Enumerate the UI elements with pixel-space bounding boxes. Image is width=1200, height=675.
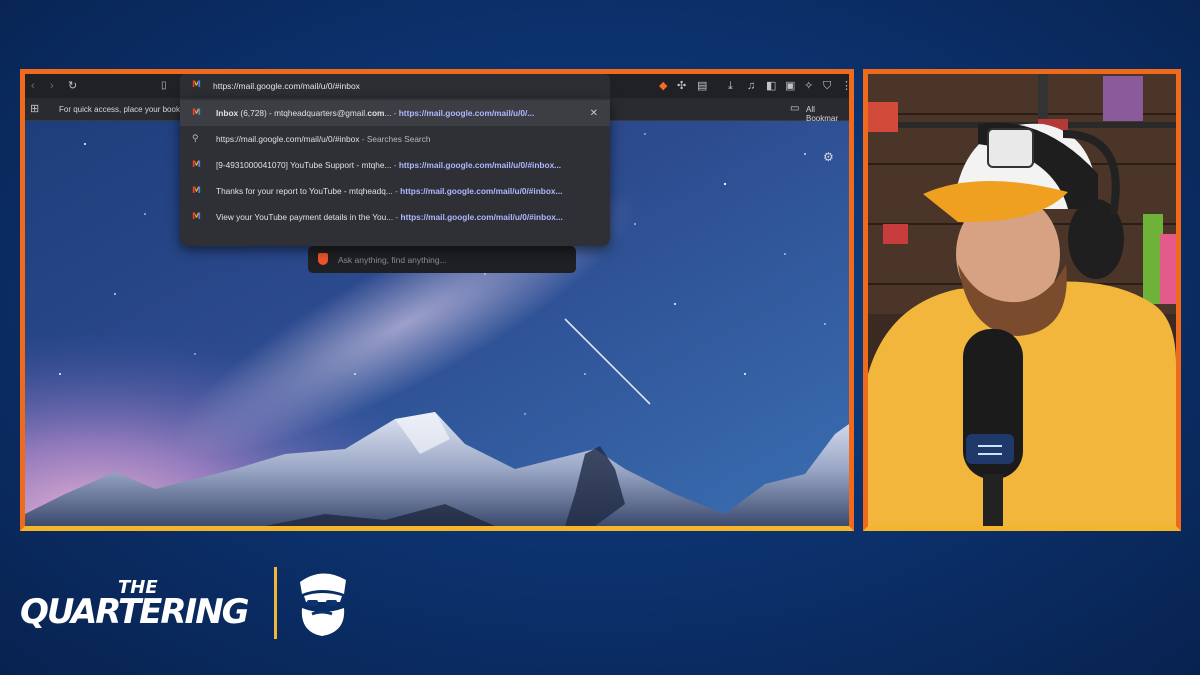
search-placeholder: Ask anything, find anything...: [338, 254, 447, 265]
logo-line-quartering: QUARTERING: [20, 592, 250, 632]
settings-gear-icon[interactable]: ⚙: [823, 150, 834, 164]
suggestion-youtube-support[interactable]: M [9-4931000041070] YouTube Support - mt…: [180, 152, 610, 178]
reload-icon[interactable]: ↻: [68, 80, 77, 92]
suggestion-inbox[interactable]: M Inbox (6,728) - mtqheadquarters@gmail.…: [180, 100, 610, 126]
webcam-frame: [863, 69, 1181, 531]
wallet-icon[interactable]: ▣: [785, 80, 795, 92]
brave-logo-icon: [318, 253, 328, 265]
download-icon[interactable]: ⤓: [728, 80, 733, 92]
leo-ai-icon[interactable]: ✧: [804, 80, 813, 92]
bookmark-icon[interactable]: ▯: [161, 80, 167, 92]
gmail-icon: M: [192, 212, 201, 222]
gmail-icon: M: [192, 108, 201, 118]
bearded-mascot-icon: [300, 573, 346, 636]
screen-capture-frame: ‹ › ↻ ▯ M https://mail.google.com/mail/u…: [20, 69, 854, 531]
address-bar[interactable]: M https://mail.google.com/mail/u/0/#inbo…: [180, 74, 610, 98]
all-bookmarks-button[interactable]: All Bookmar: [806, 105, 849, 123]
remove-suggestion-icon[interactable]: ✕: [590, 108, 598, 119]
gmail-icon: M: [192, 160, 201, 170]
suggestion-search[interactable]: ⚲ https://mail.google.com/mail/u/0/#inbo…: [180, 126, 610, 152]
forward-icon[interactable]: ›: [50, 80, 54, 92]
brave-shields-icon[interactable]: ◆: [659, 80, 667, 92]
sidebar-icon[interactable]: ◧: [766, 80, 776, 92]
menu-icon[interactable]: ⋮: [841, 80, 849, 92]
suggestion-url: https://mail.google.com/mail/u/0/...: [398, 108, 535, 118]
folder-icon: ▭: [790, 103, 800, 114]
search-icon: ⚲: [192, 133, 199, 143]
back-icon[interactable]: ‹: [31, 80, 35, 92]
browser-window: ‹ › ↻ ▯ M https://mail.google.com/mail/u…: [25, 74, 849, 526]
suggestion-youtube-payment[interactable]: M View your YouTube payment details in t…: [180, 204, 610, 230]
browser-toolbar: ‹ › ↻ ▯ M https://mail.google.com/mail/u…: [25, 74, 849, 98]
suggestion-title: Inbox (6,728) - mtqheadquarters@gmail.co…: [216, 108, 392, 118]
reader-icon[interactable]: ▤: [697, 80, 707, 92]
apps-grid-icon[interactable]: ⊞: [30, 102, 39, 115]
new-tab-search-input[interactable]: Ask anything, find anything...: [308, 246, 576, 273]
bookmarks-hint: For quick access, place your bookm: [59, 105, 187, 114]
gmail-icon: M: [192, 80, 201, 90]
vpn-shield-icon[interactable]: ⛉: [823, 80, 831, 92]
suggestion-youtube-report[interactable]: M Thanks for your report to YouTube - mt…: [180, 178, 610, 204]
extensions-icon[interactable]: ✣: [677, 80, 686, 92]
logo-divider: [274, 567, 277, 639]
webcam-feed: [868, 74, 1176, 526]
address-input[interactable]: https://mail.google.com/mail/u/0/#inbox: [213, 81, 360, 91]
media-icon[interactable]: ♫: [747, 80, 755, 92]
omnibox-suggestions: M Inbox (6,728) - mtqheadquarters@gmail.…: [180, 98, 610, 246]
gmail-icon: M: [192, 186, 201, 196]
